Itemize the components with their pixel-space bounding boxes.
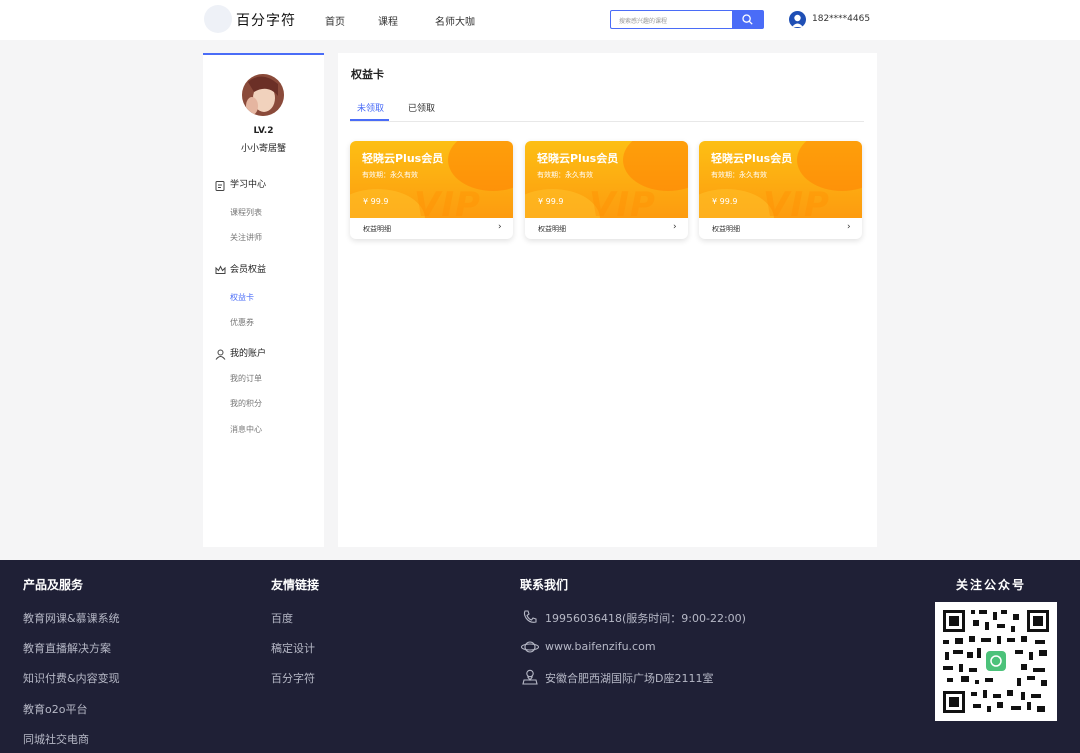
decor-circle <box>448 141 513 191</box>
card-price: ¥ 99.9 <box>363 197 389 206</box>
sidebar-item-coupons[interactable]: 优惠券 <box>230 317 254 328</box>
sidebar-item-course-list[interactable]: 课程列表 <box>230 207 262 218</box>
qr-code <box>935 602 1057 721</box>
user-avatar[interactable] <box>789 11 806 28</box>
page-title: 权益卡 <box>351 68 384 81</box>
nav-home[interactable]: 首页 <box>325 13 345 28</box>
card-detail-link[interactable]: 权益明细 <box>363 224 391 234</box>
vip-watermark: VIP <box>589 185 656 218</box>
card-title: 轻晓云Plus会员 <box>711 152 793 165</box>
brand-name[interactable]: 百分字符 <box>236 10 296 30</box>
search-icon <box>742 14 753 25</box>
qr-title: 关注公众号 <box>956 578 1027 592</box>
chevron-right-icon[interactable]: › <box>673 222 677 232</box>
sidebar-item-benefit-card[interactable]: 权益卡 <box>230 292 254 303</box>
footer-link[interactable]: 教育o2o平台 <box>23 701 87 717</box>
benefit-card[interactable]: VIP 轻晓云Plus会员 有效期：永久有效 ¥ 99.9 权益明细 › <box>699 141 862 239</box>
card-banner: VIP 轻晓云Plus会员 有效期：永久有效 ¥ 99.9 <box>699 141 862 218</box>
footer-contact-title: 联系我们 <box>520 578 569 592</box>
card-title: 轻晓云Plus会员 <box>537 152 619 165</box>
contact-website[interactable]: www.baifenzifu.com <box>545 640 656 653</box>
footer-link[interactable]: 知识付费&内容变现 <box>23 670 120 686</box>
clipboard-icon <box>215 181 225 191</box>
benefit-card[interactable]: VIP 轻晓云Plus会员 有效期：永久有效 ¥ 99.9 权益明细 › <box>350 141 513 239</box>
decor-circle <box>623 141 688 191</box>
contact-phone: 19956036418(服务时间：9:00-22:00) <box>545 612 746 625</box>
vip-watermark: VIP <box>414 185 481 218</box>
card-banner: VIP 轻晓云Plus会员 有效期：永久有效 ¥ 99.9 <box>525 141 688 218</box>
sidebar-item-orders[interactable]: 我的订单 <box>230 373 262 384</box>
chevron-right-icon[interactable]: › <box>498 222 502 232</box>
section-title: 学习中心 <box>230 180 267 190</box>
vip-watermark: VIP <box>763 185 830 218</box>
search-button[interactable] <box>732 10 764 29</box>
crown-icon <box>215 265 226 274</box>
chevron-right-icon[interactable]: › <box>847 222 851 232</box>
logo-icon[interactable] <box>204 5 232 33</box>
card-detail-link[interactable]: 权益明细 <box>712 224 740 234</box>
tab-claimed[interactable]: 已领取 <box>408 101 435 114</box>
benefit-card[interactable]: VIP 轻晓云Plus会员 有效期：永久有效 ¥ 99.9 权益明细 › <box>525 141 688 239</box>
card-validity: 有效期：永久有效 <box>711 171 767 179</box>
card-validity: 有效期：永久有效 <box>362 171 418 179</box>
main-panel: 权益卡 未领取 已领取 VIP 轻晓云Plus会员 有效期：永久有效 ¥ 99.… <box>338 53 877 547</box>
contact-address: 安徽合肥西湖国际广场D座2111室 <box>545 672 714 685</box>
location-icon <box>522 669 538 685</box>
card-detail-link[interactable]: 权益明细 <box>538 224 566 234</box>
footer-link[interactable]: 百分字符 <box>271 670 315 686</box>
card-title: 轻晓云Plus会员 <box>362 152 444 165</box>
user-name: 小小寄居蟹 <box>240 144 286 154</box>
top-header: 百分字符 首页 课程 名师大咖 搜索感兴趣的课程 182****4465 <box>0 0 1080 40</box>
footer: 产品及服务 教育网课&慕课系统 教育直播解决方案 知识付费&内容变现 教育o2o… <box>0 560 1080 753</box>
footer-products-title: 产品及服务 <box>23 578 84 592</box>
card-price: ¥ 99.9 <box>712 197 738 206</box>
globe-icon <box>521 641 539 653</box>
user-level: LV.2 <box>253 126 274 136</box>
user-icon <box>215 349 226 360</box>
search-input[interactable]: 搜索感兴趣的课程 <box>610 10 733 29</box>
sidebar-item-points[interactable]: 我的积分 <box>230 398 262 409</box>
footer-links-title: 友情链接 <box>271 578 320 592</box>
nav-teachers[interactable]: 名师大咖 <box>435 13 475 28</box>
footer-link[interactable]: 教育网课&慕课系统 <box>23 610 120 626</box>
profile-avatar[interactable] <box>242 74 284 116</box>
card-banner: VIP 轻晓云Plus会员 有效期：永久有效 ¥ 99.9 <box>350 141 513 218</box>
card-price: ¥ 99.9 <box>538 197 564 206</box>
section-title: 会员权益 <box>230 265 267 275</box>
card-validity: 有效期：永久有效 <box>537 171 593 179</box>
user-phone[interactable]: 182****4465 <box>812 14 870 24</box>
tab-unclaimed[interactable]: 未领取 <box>357 101 384 114</box>
footer-link[interactable]: 教育直播解决方案 <box>23 640 111 656</box>
sidebar-item-followed-teachers[interactable]: 关注讲师 <box>230 232 262 243</box>
sidebar-item-messages[interactable]: 消息中心 <box>230 424 262 435</box>
phone-icon <box>523 610 537 623</box>
footer-link[interactable]: 稿定设计 <box>271 640 315 656</box>
footer-link[interactable]: 百度 <box>271 610 293 626</box>
section-title: 我的账户 <box>230 349 267 359</box>
decor-circle <box>797 141 862 191</box>
footer-link[interactable]: 同城社交电商 <box>23 731 89 747</box>
tab-divider <box>350 121 864 122</box>
sidebar: LV.2 小小寄居蟹 学习中心 课程列表 关注讲师 会员权益 权益卡 优惠券 我… <box>203 53 324 547</box>
nav-courses[interactable]: 课程 <box>378 13 398 28</box>
